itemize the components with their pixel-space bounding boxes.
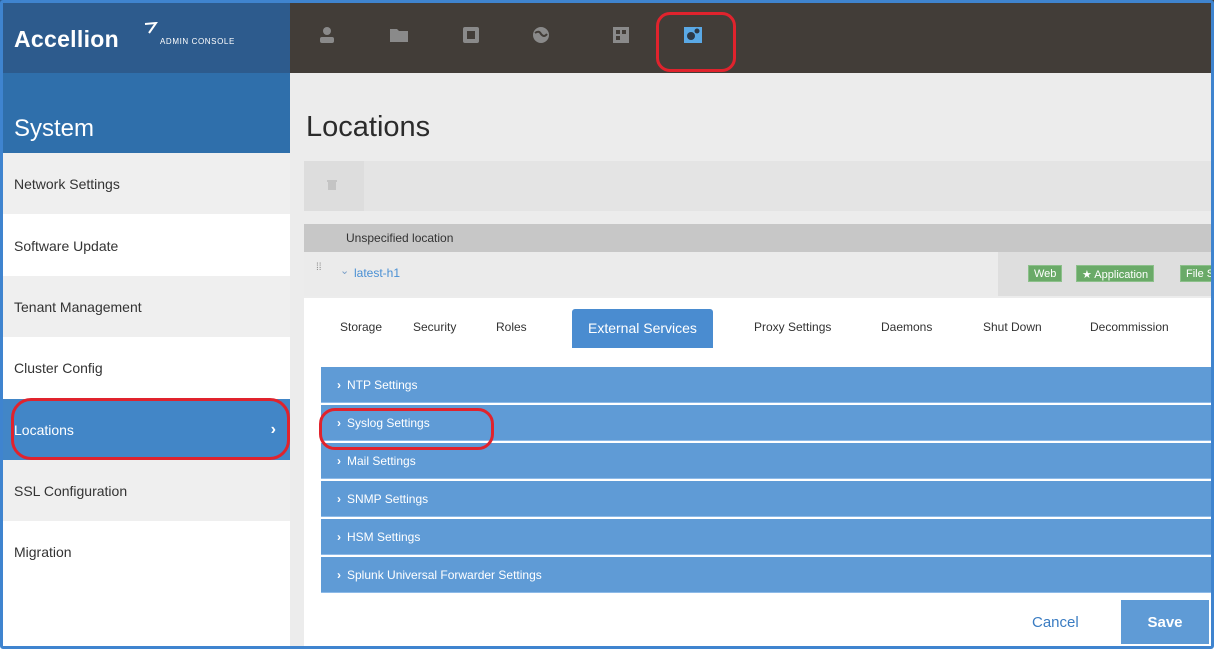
window-frame	[0, 0, 1214, 649]
